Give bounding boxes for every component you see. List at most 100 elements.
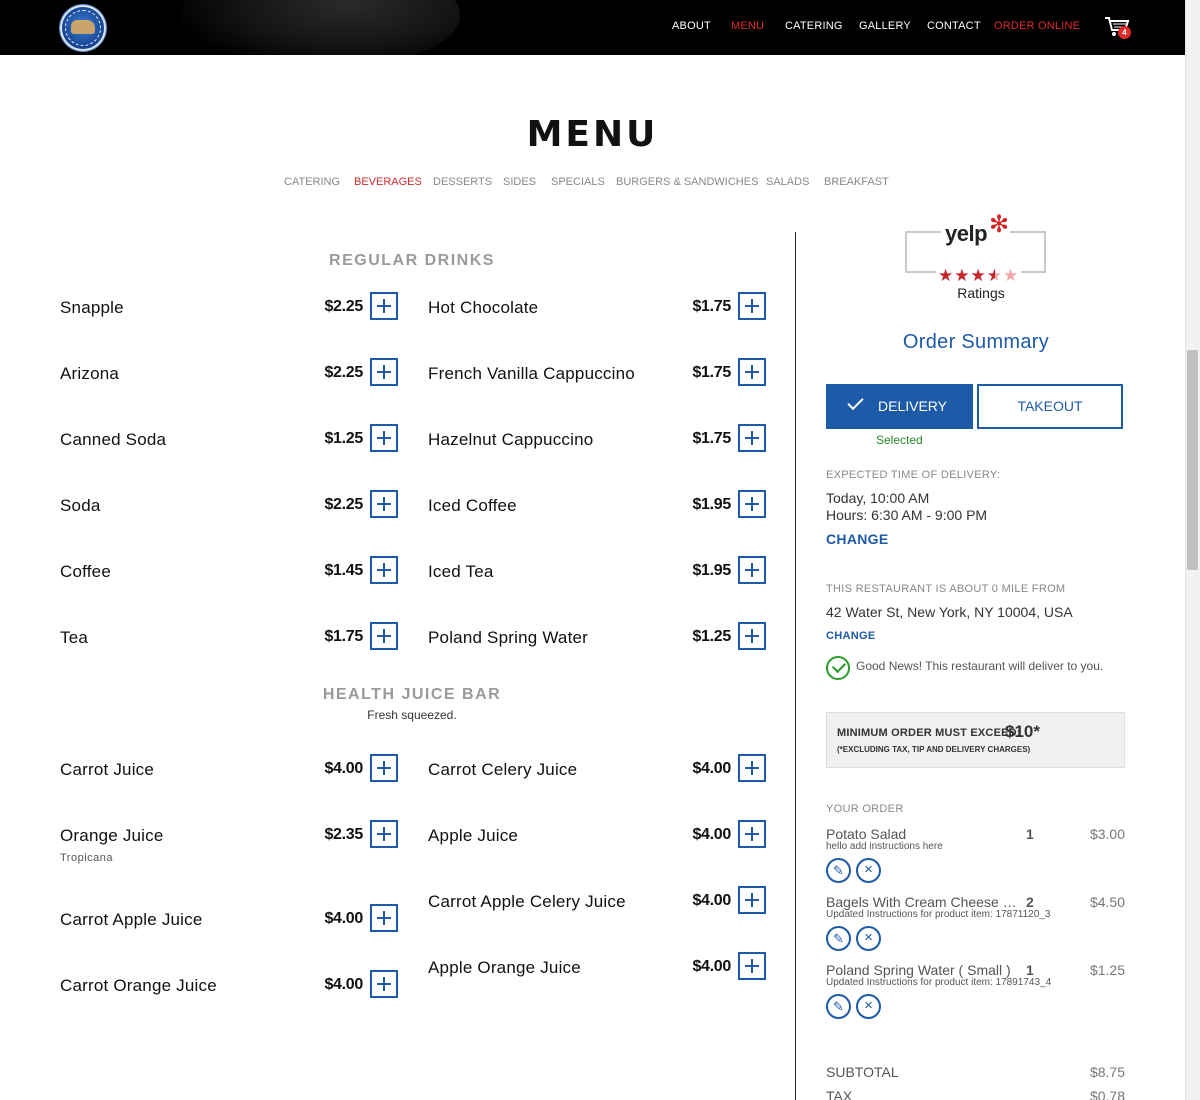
order-item-qty: 1 xyxy=(1026,826,1034,842)
expected-time-value: Today, 10:00 AM xyxy=(826,490,930,506)
remove-x-icon[interactable]: × xyxy=(856,994,881,1019)
order-item-name: Potato Salad xyxy=(826,826,907,842)
star-rating: ★★★★★ xyxy=(936,266,1022,286)
add-to-cart-button[interactable] xyxy=(738,490,766,518)
add-to-cart-button[interactable] xyxy=(738,556,766,584)
tab-desserts[interactable]: DESSERTS xyxy=(433,176,492,188)
nav-catering[interactable]: CATERING xyxy=(785,20,843,32)
item-name: Carrot Celery Juice xyxy=(428,760,578,779)
order-item-qty: 2 xyxy=(1026,894,1034,910)
section-subtitle: Fresh squeezed. xyxy=(367,708,457,722)
takeout-button[interactable]: TAKEOUT xyxy=(977,384,1123,429)
menu-item: Tea $1.75 xyxy=(60,622,398,668)
item-price: $4.00 xyxy=(324,910,363,927)
add-to-cart-button[interactable] xyxy=(370,358,398,386)
add-to-cart-button[interactable] xyxy=(370,820,398,848)
item-price: $1.45 xyxy=(324,562,363,579)
item-name: Carrot Apple Celery Juice xyxy=(428,892,626,911)
check-icon xyxy=(847,393,864,411)
scrollbar-thumb[interactable] xyxy=(1187,350,1198,570)
order-item-name: Poland Spring Water ( Small ) xyxy=(826,962,1011,978)
item-name: Hazelnut Cappuccino xyxy=(428,430,594,449)
tab-salads[interactable]: SALADS xyxy=(766,176,809,188)
menu-item: Apple Orange Juice $4.00 xyxy=(428,952,766,998)
item-price: $2.35 xyxy=(324,826,363,843)
nav-order-online[interactable]: ORDER ONLINE xyxy=(994,20,1080,32)
add-to-cart-button[interactable] xyxy=(738,754,766,782)
add-to-cart-button[interactable] xyxy=(370,622,398,650)
add-to-cart-button[interactable] xyxy=(738,886,766,914)
order-line-item: Poland Spring Water ( Small ) 1 $1.25 Up… xyxy=(826,962,1126,1022)
nav-contact[interactable]: CONTACT xyxy=(927,20,981,32)
add-to-cart-button[interactable] xyxy=(738,820,766,848)
change-address-link[interactable]: CHANGE xyxy=(826,630,875,642)
check-circle-icon xyxy=(826,656,850,680)
tab-catering[interactable]: CATERING xyxy=(284,176,340,188)
item-price: $1.25 xyxy=(692,628,731,645)
item-name: Poland Spring Water xyxy=(428,628,589,647)
tab-breakfast[interactable]: BREAKFAST xyxy=(824,176,889,188)
menu-item: French Vanilla Cappuccino $1.75 xyxy=(428,358,766,404)
add-to-cart-button[interactable] xyxy=(370,904,398,932)
nav-about[interactable]: ABOUT xyxy=(672,20,711,32)
item-name: Snapple xyxy=(60,298,124,317)
add-to-cart-button[interactable] xyxy=(738,292,766,320)
add-to-cart-button[interactable] xyxy=(370,970,398,998)
menu-item: Carrot Apple Juice $4.00 xyxy=(60,904,398,950)
column-divider xyxy=(795,232,796,1100)
menu-item: Hot Chocolate $1.75 xyxy=(428,292,766,338)
item-price: $1.75 xyxy=(692,298,731,315)
item-name: Carrot Juice xyxy=(60,760,155,779)
remove-x-icon[interactable]: × xyxy=(856,926,881,951)
item-name: Carrot Apple Juice xyxy=(60,910,203,929)
add-to-cart-button[interactable] xyxy=(370,754,398,782)
add-to-cart-button[interactable] xyxy=(738,622,766,650)
menu-item: Iced Coffee $1.95 xyxy=(428,490,766,536)
section-title-health-juice-bar: HEALTH JUICE BAR xyxy=(322,686,502,703)
item-price: $1.75 xyxy=(692,364,731,381)
add-to-cart-button[interactable] xyxy=(738,424,766,452)
nav-menu[interactable]: MENU xyxy=(731,20,764,32)
item-name: Arizona xyxy=(60,364,120,383)
add-to-cart-button[interactable] xyxy=(738,358,766,386)
order-item-price: $1.25 xyxy=(1089,962,1125,978)
min-order-label: MINIMUM ORDER MUST EXCEED: xyxy=(837,727,1021,739)
menu-item: Iced Tea $1.95 xyxy=(428,556,766,602)
menu-item: Soda $2.25 xyxy=(60,490,398,536)
order-item-price: $4.50 xyxy=(1089,894,1125,910)
change-time-link[interactable]: CHANGE xyxy=(826,531,888,547)
item-name: Apple Orange Juice xyxy=(428,958,581,977)
item-name: Orange Juice xyxy=(60,826,164,845)
tab-specials[interactable]: SPECIALS xyxy=(551,176,605,188)
menu-item: Carrot Juice $4.00 xyxy=(60,754,398,800)
edit-pencil-icon[interactable]: ✎ xyxy=(826,858,851,883)
edit-pencil-icon[interactable]: ✎ xyxy=(826,994,851,1019)
item-price: $4.00 xyxy=(692,760,731,777)
restaurant-logo[interactable] xyxy=(60,5,106,51)
add-to-cart-button[interactable] xyxy=(738,952,766,980)
item-price: $4.00 xyxy=(692,892,731,909)
item-name: Canned Soda xyxy=(60,430,167,449)
remove-x-icon[interactable]: × xyxy=(856,858,881,883)
add-to-cart-button[interactable] xyxy=(370,490,398,518)
item-name: Coffee xyxy=(60,562,111,581)
add-to-cart-button[interactable] xyxy=(370,424,398,452)
menu-item: Poland Spring Water $1.25 xyxy=(428,622,766,668)
order-item-instructions: Updated Instructions for product item: 1… xyxy=(826,977,1052,988)
menu-item: Canned Soda $1.25 xyxy=(60,424,398,470)
add-to-cart-button[interactable] xyxy=(370,292,398,320)
subtotal-value: $8.75 xyxy=(1089,1064,1125,1080)
expected-time-label: EXPECTED TIME OF DELIVERY: xyxy=(826,469,1001,481)
yelp-rating-badge[interactable]: yelp ✻ ★★★★★ Ratings xyxy=(905,213,1047,303)
nav-gallery[interactable]: GALLERY xyxy=(859,20,911,32)
minimum-order-box: MINIMUM ORDER MUST EXCEED: $10* (*EXCLUD… xyxy=(826,712,1125,768)
tab-sides[interactable]: SIDES xyxy=(503,176,536,188)
delivery-button[interactable]: DELIVERY xyxy=(826,384,973,429)
tab-beverages[interactable]: BEVERAGES xyxy=(354,176,422,188)
header-background-image xyxy=(180,0,460,55)
hours-text: Hours: 6:30 AM - 9:00 PM xyxy=(826,507,988,523)
your-order-label: YOUR ORDER xyxy=(826,803,904,815)
edit-pencil-icon[interactable]: ✎ xyxy=(826,926,851,951)
tab-burgers-sandwiches[interactable]: BURGERS & SANDWICHES xyxy=(616,176,758,188)
add-to-cart-button[interactable] xyxy=(370,556,398,584)
